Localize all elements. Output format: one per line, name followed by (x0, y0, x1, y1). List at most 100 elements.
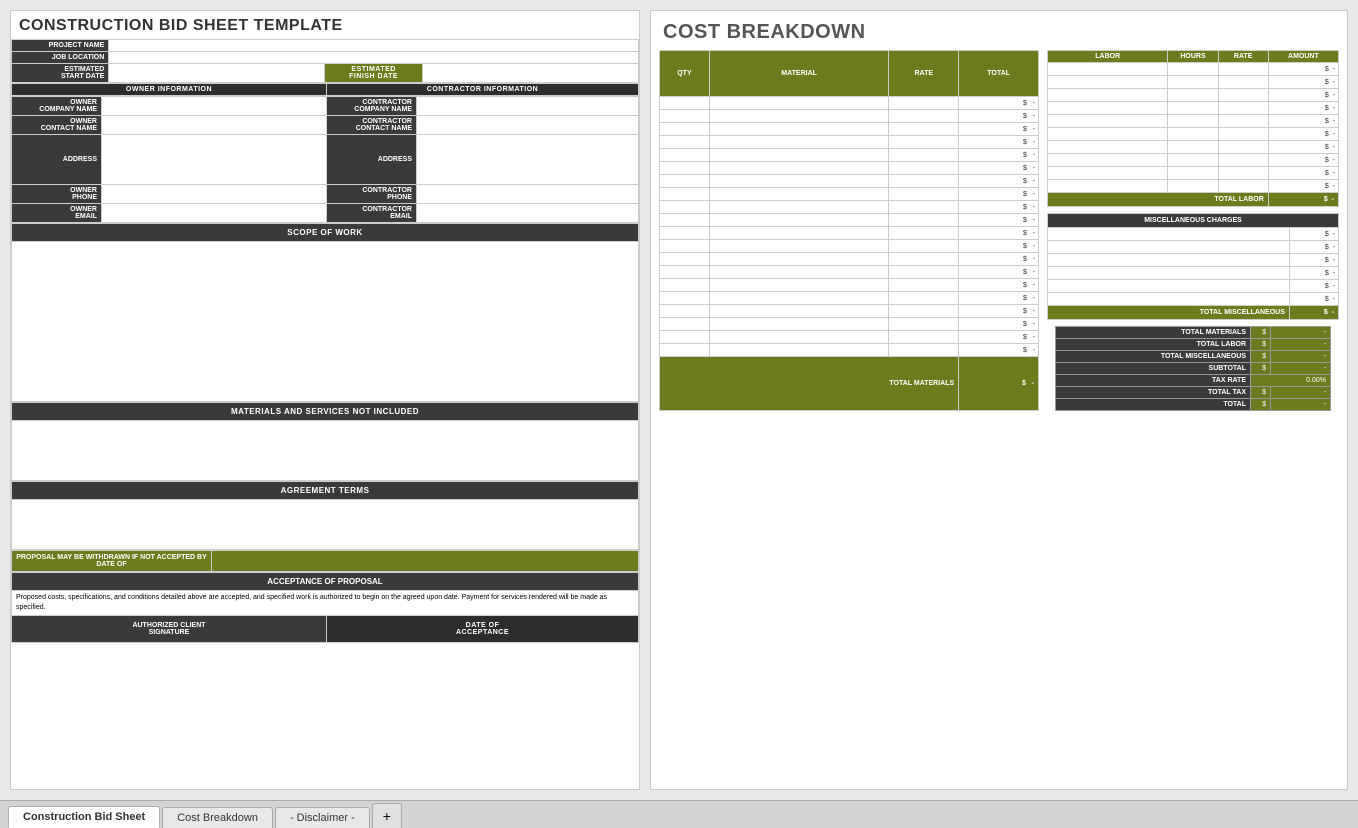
materials-header: MATERIALS AND SERVICES NOT INCLUDED (12, 403, 639, 421)
summary-materials-label: TOTAL MATERIALS (1056, 327, 1251, 339)
col-qty: QTY (660, 51, 710, 97)
right-panel: COST BREAKDOWN QTY MATERIAL RATE TOTAL $… (650, 10, 1348, 790)
table-row: $ - (660, 175, 1039, 188)
table-row: $ - (1048, 228, 1339, 241)
tab-construction-bid-sheet[interactable]: Construction Bid Sheet (8, 806, 160, 828)
table-row: $ - (1048, 128, 1339, 141)
table-row: $ - (1048, 267, 1339, 280)
tab-add-button[interactable]: + (372, 803, 402, 828)
table-row: $ - (1048, 76, 1339, 89)
col-labor: LABOR (1048, 51, 1168, 63)
proposal-table: PROPOSAL MAY BE WITHDRAWN IF NOT ACCEPTE… (11, 550, 639, 572)
scope-content[interactable] (12, 242, 639, 402)
total-misc-value: $ - (1289, 306, 1338, 320)
col-total: TOTAL (959, 51, 1039, 97)
cost-breakdown-title: COST BREAKDOWN (651, 11, 1347, 50)
misc-header-row: MISCELLANEOUS CHARGES (1048, 214, 1339, 228)
owner-company-value[interactable] (102, 97, 327, 116)
project-name-value[interactable] (109, 40, 639, 52)
col-hours: HOURS (1168, 51, 1218, 63)
table-row: $ - (1048, 141, 1339, 154)
contractor-company-value[interactable] (417, 97, 639, 116)
table-row: $ - (660, 305, 1039, 318)
start-date-label: ESTIMATEDSTART DATE (12, 64, 109, 83)
tab-cost-breakdown[interactable]: Cost Breakdown (162, 807, 273, 828)
summary-total-row: TOTAL $ - (1056, 399, 1331, 411)
table-row: $ - (660, 318, 1039, 331)
project-name-label: PROJECT NAME (12, 40, 109, 52)
table-row: $ - (660, 266, 1039, 279)
job-location-value[interactable] (109, 52, 639, 64)
table-row: $ - (660, 136, 1039, 149)
table-row: $ - (660, 110, 1039, 123)
table-row: $ - (1048, 102, 1339, 115)
table-row: $ - (660, 97, 1039, 110)
acceptance-text: Proposed costs, specifications, and cond… (12, 591, 639, 616)
owner-info-header: OWNER INFORMATION (12, 84, 327, 96)
contractor-address-value[interactable] (417, 135, 639, 185)
contractor-contact-value[interactable] (417, 116, 639, 135)
owner-address-label: ADDRESS (12, 135, 102, 185)
scope-table: SCOPE OF WORK (11, 223, 639, 402)
content-area: CONSTRUCTION BID SHEET TEMPLATE PROJECT … (0, 0, 1358, 800)
owner-email-label: OWNEREMAIL (12, 204, 102, 223)
contractor-email-label: CONTRACTOREMAIL (327, 204, 417, 223)
table-row: $ - (1048, 241, 1339, 254)
info-table: OWNERCOMPANY NAME CONTRACTORCOMPANY NAME… (11, 96, 639, 223)
labor-cost-table: LABOR HOURS RATE AMOUNT $ - $ - $ - $ - … (1047, 50, 1339, 207)
table-row: $ - (1048, 89, 1339, 102)
summary-materials-row: TOTAL MATERIALS $ - (1056, 327, 1331, 339)
summary-labor-label: TOTAL LABOR (1056, 339, 1251, 351)
owner-phone-value[interactable] (102, 185, 327, 204)
table-row: $ - (1048, 280, 1339, 293)
agreement-header: AGREEMENT TERMS (12, 482, 639, 500)
contractor-address-label: ADDRESS (327, 135, 417, 185)
agreement-table: AGREEMENT TERMS (11, 481, 639, 550)
table-row: $ - (660, 331, 1039, 344)
finish-date-value[interactable] (422, 64, 638, 83)
owner-address-value[interactable] (102, 135, 327, 185)
cost-table-area: QTY MATERIAL RATE TOTAL $ - $ - $ - $ - … (651, 50, 1347, 411)
job-location-label: JOB LOCATION (12, 52, 109, 64)
contractor-email-value[interactable] (417, 204, 639, 223)
summary-labor-row: TOTAL LABOR $ - (1056, 339, 1331, 351)
total-materials-row: TOTAL MATERIALS $ - (660, 357, 1039, 411)
date-acceptance-label: DATE OFACCEPTANCE (327, 615, 639, 642)
table-row: $ - (660, 188, 1039, 201)
owner-contact-value[interactable] (102, 116, 327, 135)
materials-cost-table: QTY MATERIAL RATE TOTAL $ - $ - $ - $ - … (659, 50, 1039, 411)
tab-disclaimer[interactable]: - Disclaimer - (275, 807, 370, 828)
table-row: $ - (1048, 293, 1339, 306)
table-row: $ - (660, 253, 1039, 266)
start-date-value[interactable] (109, 64, 325, 83)
summary-subtotal-row: SUBTOTAL $ - (1056, 363, 1331, 375)
col-rate-labor: RATE (1218, 51, 1268, 63)
total-materials-label: TOTAL MATERIALS (660, 357, 959, 411)
table-row: $ - (660, 292, 1039, 305)
owner-contact-label: OWNERCONTACT NAME (12, 116, 102, 135)
total-labor-row: TOTAL LABOR $ - (1048, 193, 1339, 207)
owner-email-value[interactable] (102, 204, 327, 223)
col-material: MATERIAL (709, 51, 888, 97)
agreement-content[interactable] (12, 500, 639, 550)
total-labor-value: $ - (1268, 193, 1338, 207)
table-row: $ - (1048, 180, 1339, 193)
proposal-date-value[interactable] (212, 551, 639, 572)
signature-label: AUTHORIZED CLIENTSIGNATURE (12, 615, 327, 642)
tab-bar: Construction Bid Sheet Cost Breakdown - … (0, 800, 1358, 828)
table-row: $ - (660, 214, 1039, 227)
table-row: $ - (1048, 63, 1339, 76)
summary-taxrate-value[interactable]: 0.00% (1251, 375, 1331, 387)
left-panel: CONSTRUCTION BID SHEET TEMPLATE PROJECT … (10, 10, 640, 790)
table-row: $ - (1048, 115, 1339, 128)
summary-total-label: TOTAL (1056, 399, 1251, 411)
page-title: CONSTRUCTION BID SHEET TEMPLATE (11, 11, 639, 39)
info-headers-table: OWNER INFORMATION CONTRACTOR INFORMATION (11, 83, 639, 96)
table-row: $ - (660, 344, 1039, 357)
table-row: $ - (660, 240, 1039, 253)
materials-content[interactable] (12, 421, 639, 481)
finish-date-label: ESTIMATEDFINISH DATE (325, 64, 422, 83)
total-misc-label: TOTAL MISCELLANEOUS (1048, 306, 1290, 320)
contractor-phone-value[interactable] (417, 185, 639, 204)
col-rate: RATE (889, 51, 959, 97)
